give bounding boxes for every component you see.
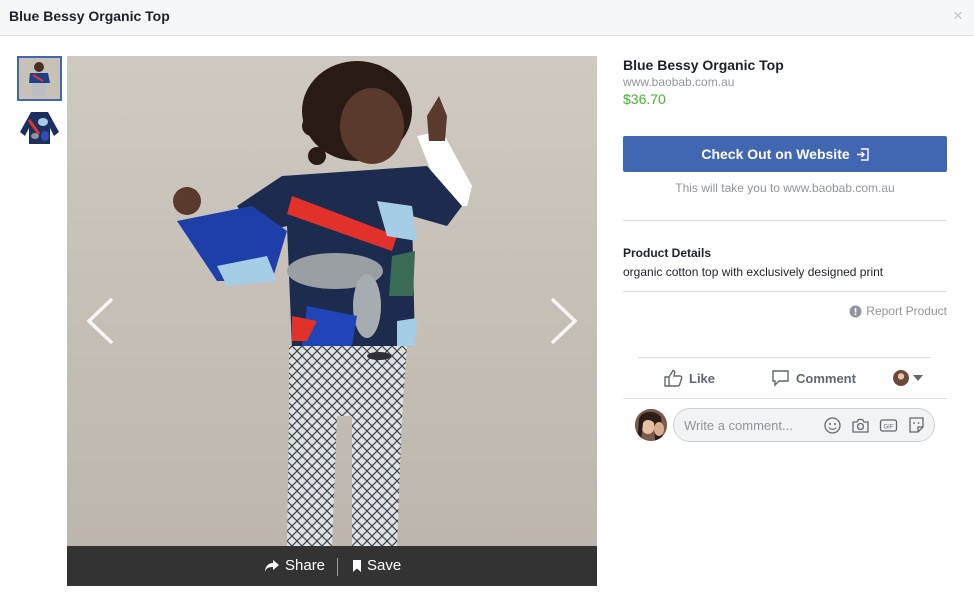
sticker-icon[interactable] xyxy=(907,416,926,435)
comment-button[interactable]: Comment xyxy=(771,368,856,388)
gif-icon[interactable]: GIF xyxy=(879,416,898,435)
previous-image-arrow-icon[interactable] xyxy=(83,296,117,346)
product-title: Blue Bessy Organic Top xyxy=(623,57,784,73)
divider xyxy=(623,220,947,221)
bar-divider xyxy=(337,558,338,576)
user-photo xyxy=(635,409,667,441)
child-photo-thumbnail-icon xyxy=(19,58,60,99)
close-icon[interactable]: × xyxy=(950,7,966,25)
thumbs-up-icon xyxy=(664,369,683,387)
divider xyxy=(623,291,947,292)
avatar xyxy=(893,370,909,386)
reaction-identity-selector[interactable] xyxy=(893,368,923,388)
check-out-button[interactable]: Check Out on Website xyxy=(623,136,947,172)
product-image xyxy=(67,56,597,546)
divider xyxy=(623,398,947,399)
dialog-title: Blue Bessy Organic Top xyxy=(9,8,170,24)
save-button[interactable]: Save xyxy=(352,546,401,586)
like-label: Like xyxy=(689,370,716,386)
report-product-label: Report Product xyxy=(866,304,947,318)
image-action-bar: Share Save xyxy=(67,546,597,586)
share-arrow-icon xyxy=(265,560,279,572)
next-image-arrow-icon[interactable] xyxy=(547,296,581,346)
caret-down-icon xyxy=(913,375,923,381)
product-price: $36.70 xyxy=(623,91,666,107)
like-button[interactable]: Like xyxy=(664,368,715,388)
bookmark-icon xyxy=(353,560,361,572)
comment-label: Comment xyxy=(796,370,856,386)
product-details-text: organic cotton top with exclusively desi… xyxy=(623,265,884,279)
share-button[interactable]: Share xyxy=(264,546,325,586)
avatar[interactable] xyxy=(635,409,667,441)
thumbnail-1[interactable] xyxy=(17,56,62,101)
child-model-photo xyxy=(67,56,597,546)
product-domain: www.baobab.com.au xyxy=(623,75,735,89)
check-out-note: This will take you to www.baobab.com.au xyxy=(675,181,895,195)
emoji-icon[interactable] xyxy=(823,416,842,435)
report-product-link[interactable]: Report Product xyxy=(849,304,947,318)
alert-icon xyxy=(849,305,862,317)
check-out-label: Check Out on Website xyxy=(701,146,850,162)
camera-icon[interactable] xyxy=(851,416,870,435)
comment-tools: GIF xyxy=(823,416,926,435)
thumbnail-2[interactable] xyxy=(17,106,62,151)
comment-composer: GIF xyxy=(673,408,935,442)
dialog-header: Blue Bessy Organic Top × xyxy=(0,0,974,36)
save-label: Save xyxy=(367,557,402,574)
svg-text:GIF: GIF xyxy=(884,425,894,431)
share-label: Share xyxy=(285,557,326,574)
product-details-heading: Product Details xyxy=(623,246,712,260)
top-garment-thumbnail-icon xyxy=(17,106,62,151)
external-link-icon xyxy=(856,147,869,161)
comment-input[interactable] xyxy=(684,409,824,441)
speech-bubble-icon xyxy=(772,370,789,387)
divider xyxy=(638,357,931,358)
